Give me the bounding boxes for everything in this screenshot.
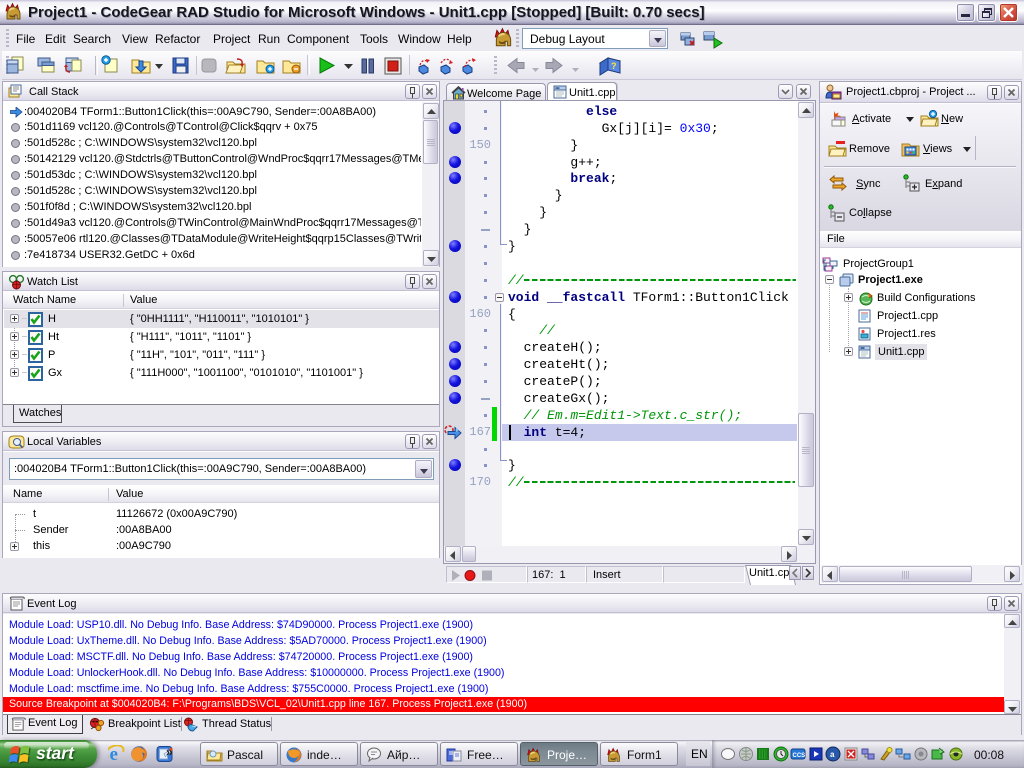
svg-text:a: a: [830, 750, 835, 759]
svg-text:CCS: CCS: [793, 753, 806, 759]
svg-text:?: ?: [611, 61, 617, 71]
